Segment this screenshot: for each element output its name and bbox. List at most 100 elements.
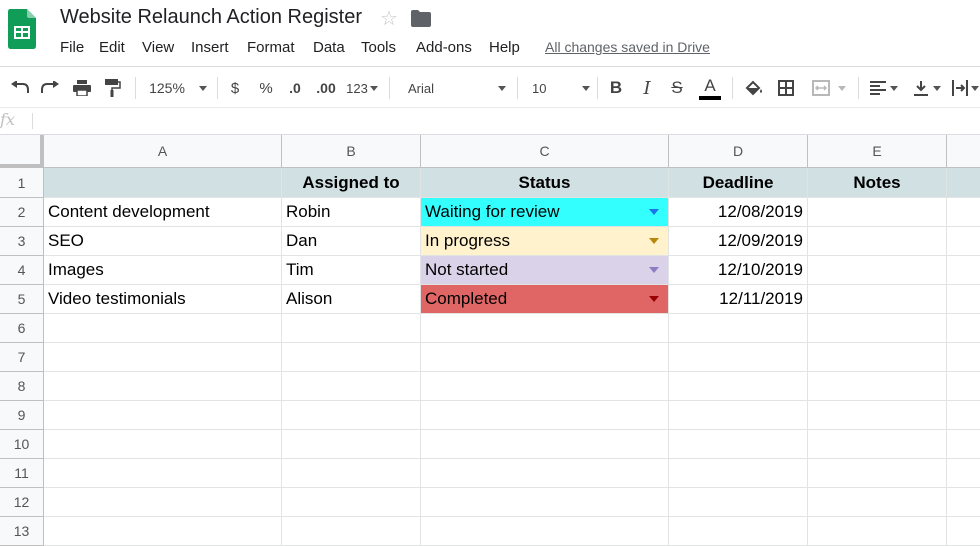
empty-cell[interactable]: [421, 401, 669, 430]
header-cell-deadline[interactable]: Deadline: [669, 168, 808, 198]
vertical-align-icon[interactable]: [909, 67, 945, 109]
deadline-cell[interactable]: 12/11/2019: [669, 285, 808, 314]
empty-cell[interactable]: [808, 401, 947, 430]
assigned-cell[interactable]: Robin: [282, 198, 421, 227]
empty-cell[interactable]: [282, 372, 421, 401]
empty-cell[interactable]: [421, 488, 669, 517]
empty-cell[interactable]: [808, 459, 947, 488]
print-icon[interactable]: [70, 67, 94, 109]
empty-cell[interactable]: [44, 314, 282, 343]
status-dropdown-cell[interactable]: In progress: [421, 227, 669, 256]
empty-cell[interactable]: [44, 372, 282, 401]
assigned-cell[interactable]: Tim: [282, 256, 421, 285]
menu-addons[interactable]: Add-ons: [416, 39, 472, 56]
empty-cell[interactable]: [947, 372, 980, 401]
menu-file[interactable]: File: [60, 39, 84, 56]
text-wrapping-icon[interactable]: [951, 67, 980, 109]
more-formats-button[interactable]: 123: [343, 67, 381, 109]
currency-button[interactable]: $: [224, 67, 246, 109]
formula-bar[interactable]: [0, 108, 980, 135]
empty-cell[interactable]: [947, 285, 980, 314]
empty-cell[interactable]: [669, 430, 808, 459]
notes-cell[interactable]: [808, 227, 947, 256]
column-header-b[interactable]: B: [282, 135, 421, 168]
notes-cell[interactable]: [808, 256, 947, 285]
row-header-7[interactable]: 7: [0, 343, 44, 372]
empty-cell[interactable]: [947, 343, 980, 372]
deadline-cell[interactable]: 12/10/2019: [669, 256, 808, 285]
borders-icon[interactable]: [774, 67, 798, 109]
empty-cell[interactable]: [669, 343, 808, 372]
empty-cell[interactable]: [421, 517, 669, 546]
column-header-c[interactable]: C: [421, 135, 669, 168]
empty-cell[interactable]: [669, 372, 808, 401]
empty-cell[interactable]: [669, 488, 808, 517]
empty-cell[interactable]: [421, 372, 669, 401]
fill-color-icon[interactable]: [742, 67, 766, 109]
column-header-e[interactable]: E: [808, 135, 947, 168]
status-dropdown-cell[interactable]: Not started: [421, 256, 669, 285]
star-icon[interactable]: ☆: [380, 6, 398, 31]
status-dropdown-cell[interactable]: Completed: [421, 285, 669, 314]
empty-cell[interactable]: [947, 314, 980, 343]
empty-cell[interactable]: [282, 488, 421, 517]
empty-cell[interactable]: [421, 343, 669, 372]
empty-cell[interactable]: [421, 314, 669, 343]
empty-cell[interactable]: [282, 343, 421, 372]
menu-insert[interactable]: Insert: [191, 39, 229, 56]
empty-cell[interactable]: [44, 517, 282, 546]
deadline-cell[interactable]: 12/08/2019: [669, 198, 808, 227]
empty-cell[interactable]: [947, 459, 980, 488]
row-header-10[interactable]: 10: [0, 430, 44, 459]
folder-icon[interactable]: [411, 10, 431, 27]
assigned-cell[interactable]: Alison: [282, 285, 421, 314]
empty-cell[interactable]: [947, 198, 980, 227]
task-cell[interactable]: SEO: [44, 227, 282, 256]
dropdown-arrow-icon[interactable]: [649, 238, 659, 244]
empty-cell[interactable]: [808, 343, 947, 372]
row-header-3[interactable]: 3: [0, 227, 44, 256]
decrease-decimal-button[interactable]: .0: [283, 67, 307, 109]
empty-cell[interactable]: [947, 517, 980, 546]
task-cell[interactable]: Content development: [44, 198, 282, 227]
empty-cell[interactable]: [44, 430, 282, 459]
empty-cell[interactable]: [947, 256, 980, 285]
deadline-cell[interactable]: 12/09/2019: [669, 227, 808, 256]
undo-icon[interactable]: [8, 67, 32, 109]
empty-cell[interactable]: [947, 488, 980, 517]
empty-cell[interactable]: [669, 517, 808, 546]
header-cell-assigned[interactable]: Assigned to: [282, 168, 421, 198]
status-dropdown-cell[interactable]: Waiting for review: [421, 198, 669, 227]
menu-data[interactable]: Data: [313, 39, 345, 56]
task-cell[interactable]: Images: [44, 256, 282, 285]
header-cell-status[interactable]: Status: [421, 168, 669, 198]
header-cell-empty[interactable]: [947, 168, 980, 198]
row-header-5[interactable]: 5: [0, 285, 44, 314]
empty-cell[interactable]: [421, 459, 669, 488]
empty-cell[interactable]: [808, 314, 947, 343]
font-size-select[interactable]: 10: [524, 67, 590, 109]
menu-help[interactable]: Help: [489, 39, 520, 56]
row-header-6[interactable]: 6: [0, 314, 44, 343]
zoom-select[interactable]: 125%: [145, 67, 211, 109]
document-title[interactable]: Website Relaunch Action Register: [60, 6, 362, 29]
font-family-select[interactable]: Arial: [400, 67, 508, 109]
dropdown-arrow-icon[interactable]: [649, 296, 659, 302]
merge-cells-icon[interactable]: [806, 67, 852, 109]
column-header-f[interactable]: [947, 135, 980, 168]
italic-button[interactable]: I: [636, 67, 658, 109]
row-header-9[interactable]: 9: [0, 401, 44, 430]
empty-cell[interactable]: [282, 314, 421, 343]
empty-cell[interactable]: [669, 401, 808, 430]
notes-cell[interactable]: [808, 198, 947, 227]
row-header-11[interactable]: 11: [0, 459, 44, 488]
row-header-8[interactable]: 8: [0, 372, 44, 401]
empty-cell[interactable]: [669, 459, 808, 488]
assigned-cell[interactable]: Dan: [282, 227, 421, 256]
spreadsheet-grid[interactable]: A B C D E 1 2 3 4 5 6 7 8 9 10 11 12 13 …: [0, 135, 980, 546]
menu-edit[interactable]: Edit: [99, 39, 125, 56]
notes-cell[interactable]: [808, 285, 947, 314]
row-header-13[interactable]: 13: [0, 517, 44, 546]
menu-format[interactable]: Format: [247, 39, 295, 56]
strikethrough-button[interactable]: S: [666, 67, 688, 109]
